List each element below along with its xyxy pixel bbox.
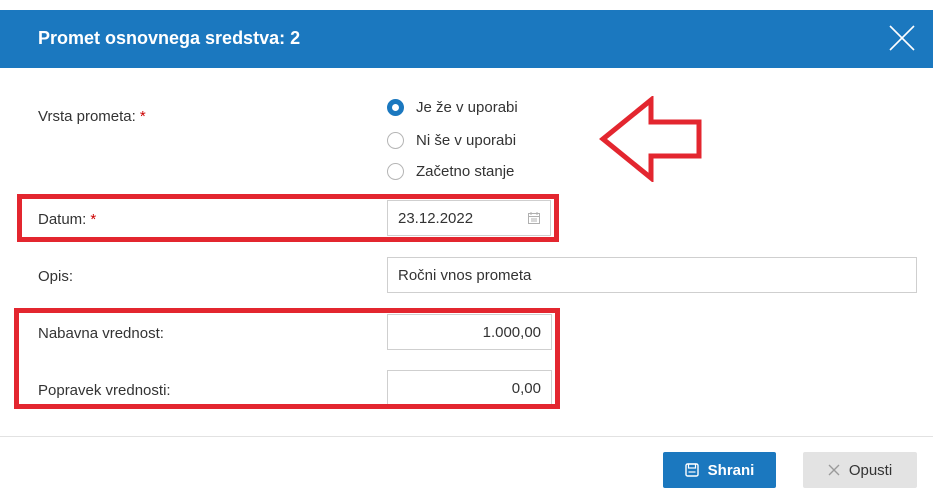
radio-option-not-in-use[interactable]: Ni še v uporabi	[387, 129, 516, 151]
footer-divider	[0, 436, 933, 437]
transaction-type-label: Vrsta prometa: *	[38, 108, 146, 125]
save-icon	[684, 463, 699, 477]
cancel-button[interactable]: Opusti	[803, 452, 917, 488]
radio-button[interactable]	[387, 131, 404, 149]
radio-button-checked[interactable]	[387, 98, 404, 116]
value-adjustment-label: Popravek vrednosti:	[38, 382, 171, 399]
save-button[interactable]: Shrani	[663, 452, 776, 488]
radio-button[interactable]	[387, 162, 404, 180]
purchase-value-label: Nabavna vrednost:	[38, 325, 164, 342]
x-icon	[828, 464, 840, 476]
date-field[interactable]: 23.12.2022	[387, 200, 551, 236]
dialog-header: Promet osnovnega sredstva: 2	[0, 10, 933, 68]
calendar-icon[interactable]	[528, 212, 540, 224]
radio-option-opening-balance[interactable]: Začetno stanje	[387, 160, 514, 182]
arrow-left-annotation-icon	[599, 96, 702, 182]
purchase-value-field[interactable]: 1.000,00	[387, 314, 552, 350]
date-label: Datum: *	[38, 211, 97, 228]
dialog-title: Promet osnovnega sredstva: 2	[38, 28, 301, 48]
value-adjustment-field[interactable]: 0,00	[387, 370, 552, 406]
close-icon	[889, 25, 915, 51]
description-field[interactable]: Ročni vnos prometa	[387, 257, 917, 293]
close-button[interactable]	[887, 23, 917, 53]
radio-option-in-use[interactable]: Je že v uporabi	[387, 96, 518, 118]
description-label: Opis:	[38, 268, 74, 285]
